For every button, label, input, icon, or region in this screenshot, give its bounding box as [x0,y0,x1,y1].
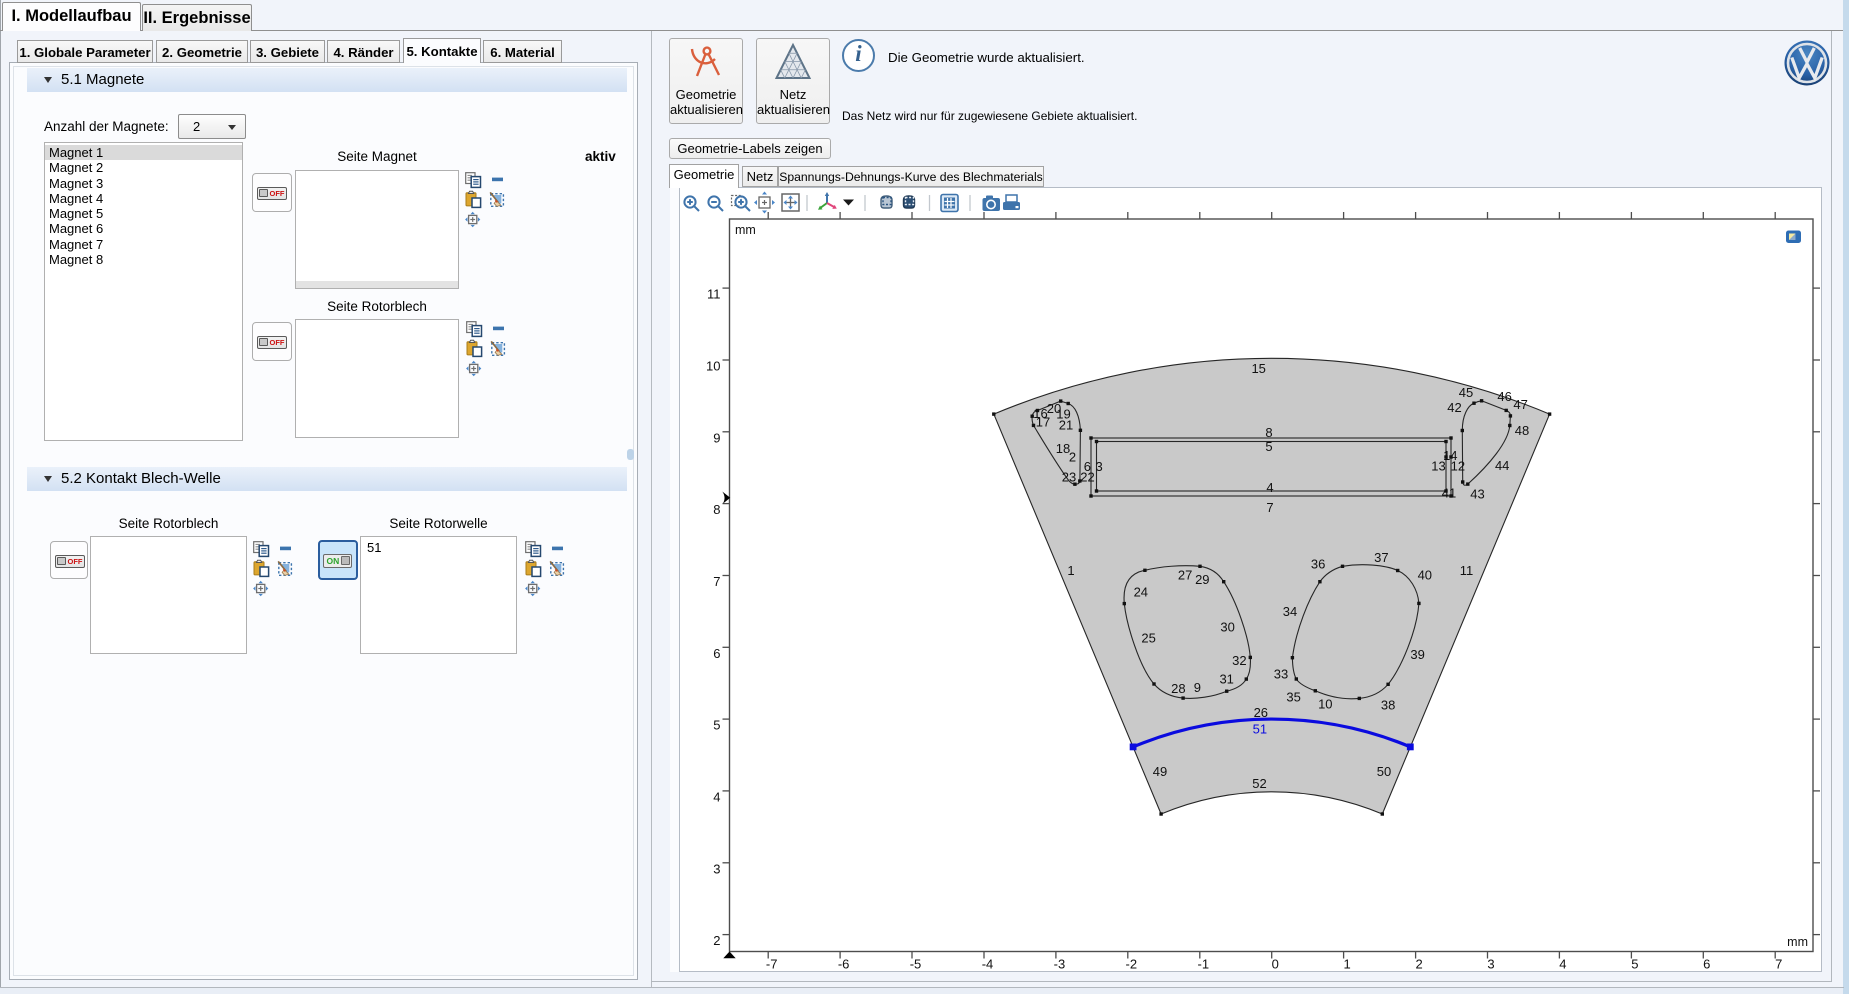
svg-text:0: 0 [1272,957,1279,972]
svg-text:3: 3 [1487,957,1494,972]
svg-text:-5: -5 [910,957,922,972]
svg-text:6: 6 [713,646,720,661]
svg-text:30: 30 [1220,620,1234,635]
svg-text:24: 24 [1134,585,1148,600]
svg-text:33: 33 [1274,667,1288,682]
svg-text:6: 6 [1703,957,1710,972]
svg-text:51: 51 [1253,722,1267,737]
svg-text:7: 7 [713,574,720,589]
svg-text:2: 2 [1069,450,1076,465]
svg-text:28: 28 [1171,681,1185,696]
svg-text:5: 5 [1631,957,1638,972]
svg-text:4: 4 [1559,957,1566,972]
svg-text:37: 37 [1374,550,1388,565]
svg-text:3: 3 [1095,459,1102,474]
svg-text:2: 2 [713,933,720,948]
svg-text:32: 32 [1232,653,1246,668]
svg-text:22: 22 [1080,470,1094,485]
svg-text:7: 7 [1775,957,1782,972]
svg-text:41: 41 [1442,486,1456,501]
svg-text:mm: mm [735,223,756,237]
svg-text:23: 23 [1062,470,1076,485]
svg-text:29: 29 [1195,572,1209,587]
svg-text:49: 49 [1153,764,1167,779]
svg-text:48: 48 [1515,423,1529,438]
svg-text:47: 47 [1513,397,1527,412]
svg-text:12: 12 [1451,459,1465,474]
svg-text:-3: -3 [1054,957,1066,972]
svg-text:4: 4 [713,789,720,804]
svg-text:7: 7 [1266,500,1273,515]
svg-text:11: 11 [707,287,721,302]
svg-text:39: 39 [1410,647,1424,662]
svg-text:15: 15 [1251,361,1265,376]
svg-text:45: 45 [1459,385,1473,400]
svg-text:-1: -1 [1198,957,1210,972]
svg-text:-7: -7 [766,957,778,972]
svg-text:-4: -4 [982,957,994,972]
svg-text:-2: -2 [1126,957,1138,972]
svg-text:1: 1 [1067,563,1074,578]
svg-text:34: 34 [1283,604,1297,619]
svg-text:-6: -6 [838,957,850,972]
svg-text:17: 17 [1036,415,1050,430]
svg-text:26: 26 [1254,705,1268,720]
svg-text:44: 44 [1495,458,1509,473]
svg-text:42: 42 [1447,400,1461,415]
svg-text:36: 36 [1311,557,1325,572]
svg-text:11: 11 [1460,563,1474,578]
svg-text:9: 9 [1194,680,1201,695]
svg-text:2: 2 [1415,957,1422,972]
svg-text:10: 10 [1318,697,1332,712]
svg-text:46: 46 [1497,389,1511,404]
svg-text:3: 3 [713,861,720,876]
svg-text:4: 4 [1266,480,1273,495]
svg-text:50: 50 [1377,764,1391,779]
svg-text:9: 9 [713,430,720,445]
svg-text:10: 10 [706,359,720,374]
svg-text:31: 31 [1219,672,1233,687]
svg-text:25: 25 [1141,631,1155,646]
svg-text:38: 38 [1381,698,1395,713]
svg-text:35: 35 [1286,690,1300,705]
svg-text:1: 1 [1343,957,1350,972]
svg-text:mm: mm [1787,935,1808,949]
svg-text:52: 52 [1252,776,1266,791]
svg-text:21: 21 [1059,418,1073,433]
svg-text:8: 8 [713,502,720,517]
svg-text:5: 5 [713,718,720,733]
svg-text:43: 43 [1470,487,1484,502]
svg-text:27: 27 [1178,568,1192,583]
svg-text:5: 5 [1265,439,1272,454]
svg-text:13: 13 [1431,459,1445,474]
svg-text:8: 8 [1265,425,1272,440]
svg-text:40: 40 [1418,568,1432,583]
